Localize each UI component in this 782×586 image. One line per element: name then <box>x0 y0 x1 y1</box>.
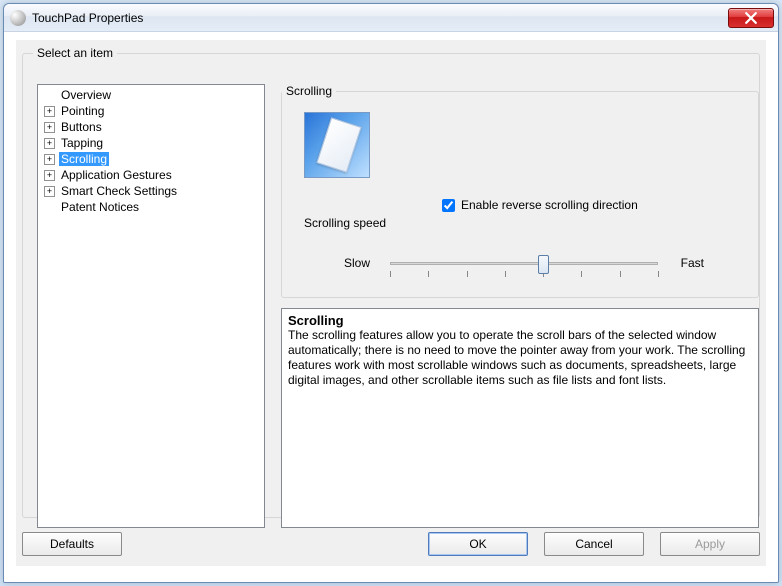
speed-slider-wrap: Slow Fast <box>344 253 704 293</box>
tree-item-label: Smart Check Settings <box>59 184 179 198</box>
plus-icon[interactable]: + <box>44 138 55 149</box>
tree-dotted-icon <box>44 202 55 213</box>
slider-ticks <box>390 271 658 279</box>
tree-item-overview[interactable]: Overview <box>38 87 264 103</box>
tree-item-pointing[interactable]: + Pointing <box>38 103 264 119</box>
tree-item-label: Scrolling <box>59 152 109 166</box>
tree-item-application-gestures[interactable]: + Application Gestures <box>38 167 264 183</box>
tree-item-label: Patent Notices <box>59 200 141 214</box>
reverse-scroll-checkbox-row[interactable]: Enable reverse scrolling direction <box>442 198 638 212</box>
window-title: TouchPad Properties <box>32 11 143 25</box>
window: TouchPad Properties Select an item Overv… <box>3 3 779 583</box>
plus-icon[interactable]: + <box>44 186 55 197</box>
scrolling-speed-label: Scrolling speed <box>304 216 386 230</box>
ok-button[interactable]: OK <box>428 532 528 556</box>
tree-item-patent-notices[interactable]: Patent Notices <box>38 199 264 215</box>
titlebar[interactable]: TouchPad Properties <box>4 4 778 32</box>
app-icon <box>10 10 26 26</box>
plus-icon[interactable]: + <box>44 154 55 165</box>
tree-item-label: Buttons <box>59 120 104 134</box>
outer-legend: Select an item <box>33 46 117 60</box>
reverse-scroll-label: Enable reverse scrolling direction <box>461 198 638 212</box>
close-icon <box>745 12 757 24</box>
tree-item-label: Application Gestures <box>59 168 174 182</box>
slider-thumb[interactable] <box>538 255 549 274</box>
tree-dotted-icon <box>44 90 55 101</box>
defaults-button[interactable]: Defaults <box>22 532 122 556</box>
plus-icon[interactable]: + <box>44 122 55 133</box>
tree-item-buttons[interactable]: + Buttons <box>38 119 264 135</box>
apply-button[interactable]: Apply <box>660 532 760 556</box>
tree-item-label: Pointing <box>59 104 106 118</box>
plus-icon[interactable]: + <box>44 106 55 117</box>
close-button[interactable] <box>728 8 774 28</box>
tree-item-label: Overview <box>59 88 113 102</box>
description-panel: Scrolling The scrolling features allow y… <box>281 308 759 528</box>
tree-item-label: Tapping <box>59 136 105 150</box>
speed-slider[interactable] <box>390 259 658 277</box>
scrolling-group: Scrolling Enable reverse scrolling direc… <box>281 84 759 298</box>
tree-view[interactable]: Overview + Pointing + Buttons + Tapping + Scroll… <box>37 84 265 528</box>
description-title: Scrolling <box>288 313 752 328</box>
fast-label: Fast <box>681 256 704 270</box>
content-area: Select an item Overview + Pointing + Buttons… <box>16 40 766 566</box>
slow-label: Slow <box>344 256 370 270</box>
scrolling-legend: Scrolling <box>282 84 336 98</box>
tree-item-smart-check-settings[interactable]: + Smart Check Settings <box>38 183 264 199</box>
select-item-group: Select an item Overview + Pointing + Buttons… <box>22 46 760 518</box>
slider-track <box>390 262 658 265</box>
tree-item-scrolling[interactable]: + Scrolling <box>38 151 264 167</box>
plus-icon[interactable]: + <box>44 170 55 181</box>
cancel-button[interactable]: Cancel <box>544 532 644 556</box>
button-row: Defaults OK Cancel Apply <box>22 532 760 566</box>
scrolling-image <box>304 112 370 178</box>
description-body: The scrolling features allow you to oper… <box>288 328 752 388</box>
tree-item-tapping[interactable]: + Tapping <box>38 135 264 151</box>
reverse-scroll-checkbox[interactable] <box>442 199 455 212</box>
